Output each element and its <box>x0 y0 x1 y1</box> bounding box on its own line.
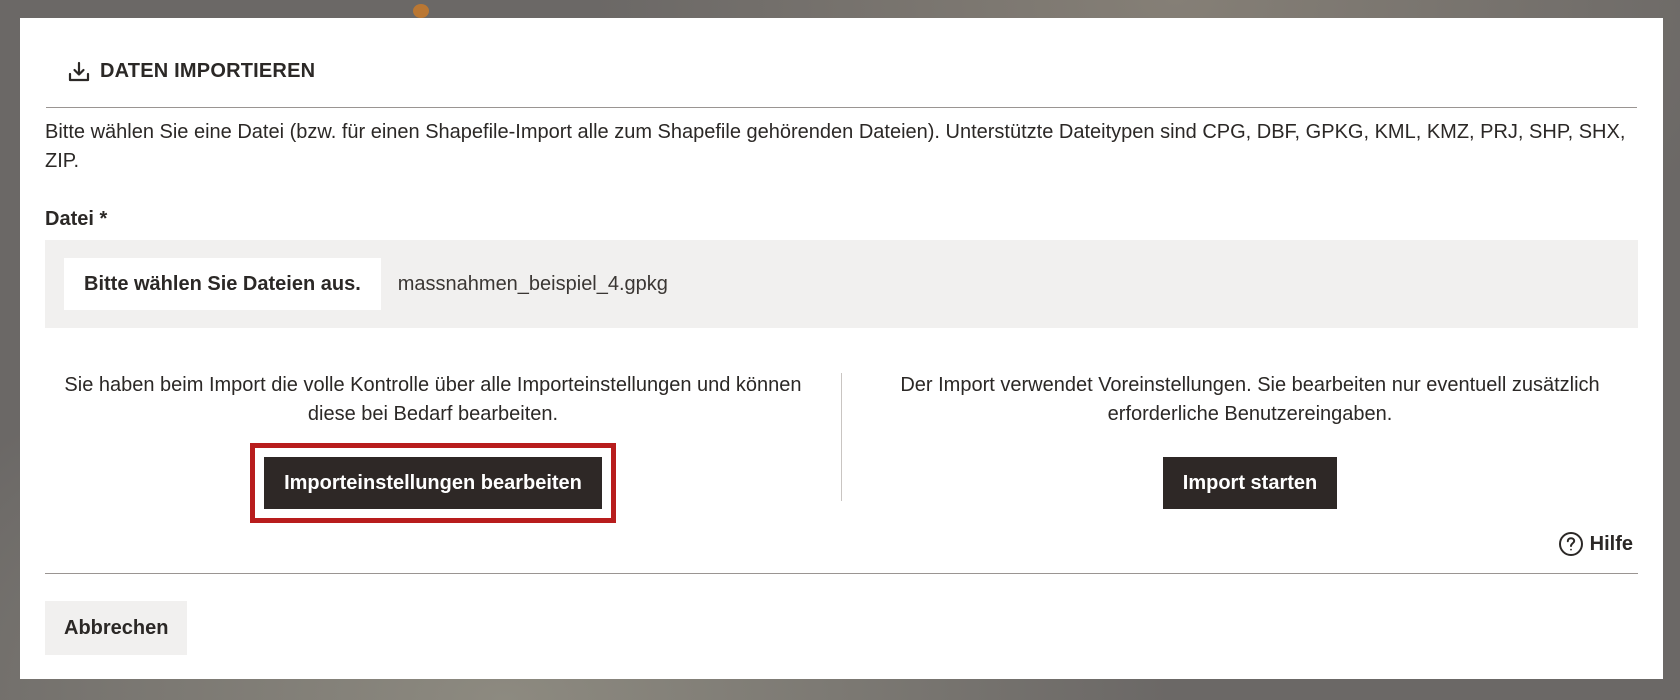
question-circle-icon <box>1558 531 1584 557</box>
import-options: Sie haben beim Import die volle Kontroll… <box>45 351 1638 523</box>
help-label: Hilfe <box>1589 532 1633 555</box>
dialog-title: DATEN IMPORTIEREN <box>100 60 316 82</box>
import-dialog: DATEN IMPORTIEREN Bitte wählen Sie eine … <box>20 18 1663 679</box>
selected-file-name: massnahmen_beispiel_4.gpkg <box>397 272 668 295</box>
intro-text: Bitte wählen Sie eine Datei (bzw. für ei… <box>45 121 1626 172</box>
cancel-button[interactable]: Abbrechen <box>45 601 188 655</box>
custom-import-description: Sie haben beim Import die volle Kontroll… <box>64 374 802 425</box>
quick-import-option: Der Import verwendet Voreinstellungen. S… <box>842 351 1638 509</box>
file-input-row: Bitte wählen Sie Dateien aus. massnahmen… <box>45 240 1638 328</box>
map-marker-icon <box>413 4 429 18</box>
file-field-label: Datei * <box>45 208 108 230</box>
edit-import-settings-button[interactable]: Importeinstellungen bearbeiten <box>264 457 602 509</box>
footer-divider <box>45 573 1638 574</box>
custom-import-option: Sie haben beim Import die volle Kontroll… <box>45 351 841 523</box>
dialog-header: DATEN IMPORTIEREN <box>46 46 1637 108</box>
quick-import-description: Der Import verwendet Voreinstellungen. S… <box>900 374 1600 425</box>
highlight-frame: Importeinstellungen bearbeiten <box>250 443 616 523</box>
help-link[interactable]: Hilfe <box>1558 531 1633 557</box>
choose-files-button[interactable]: Bitte wählen Sie Dateien aus. <box>64 258 381 310</box>
start-import-button[interactable]: Import starten <box>1162 457 1338 509</box>
import-download-icon <box>66 59 92 85</box>
